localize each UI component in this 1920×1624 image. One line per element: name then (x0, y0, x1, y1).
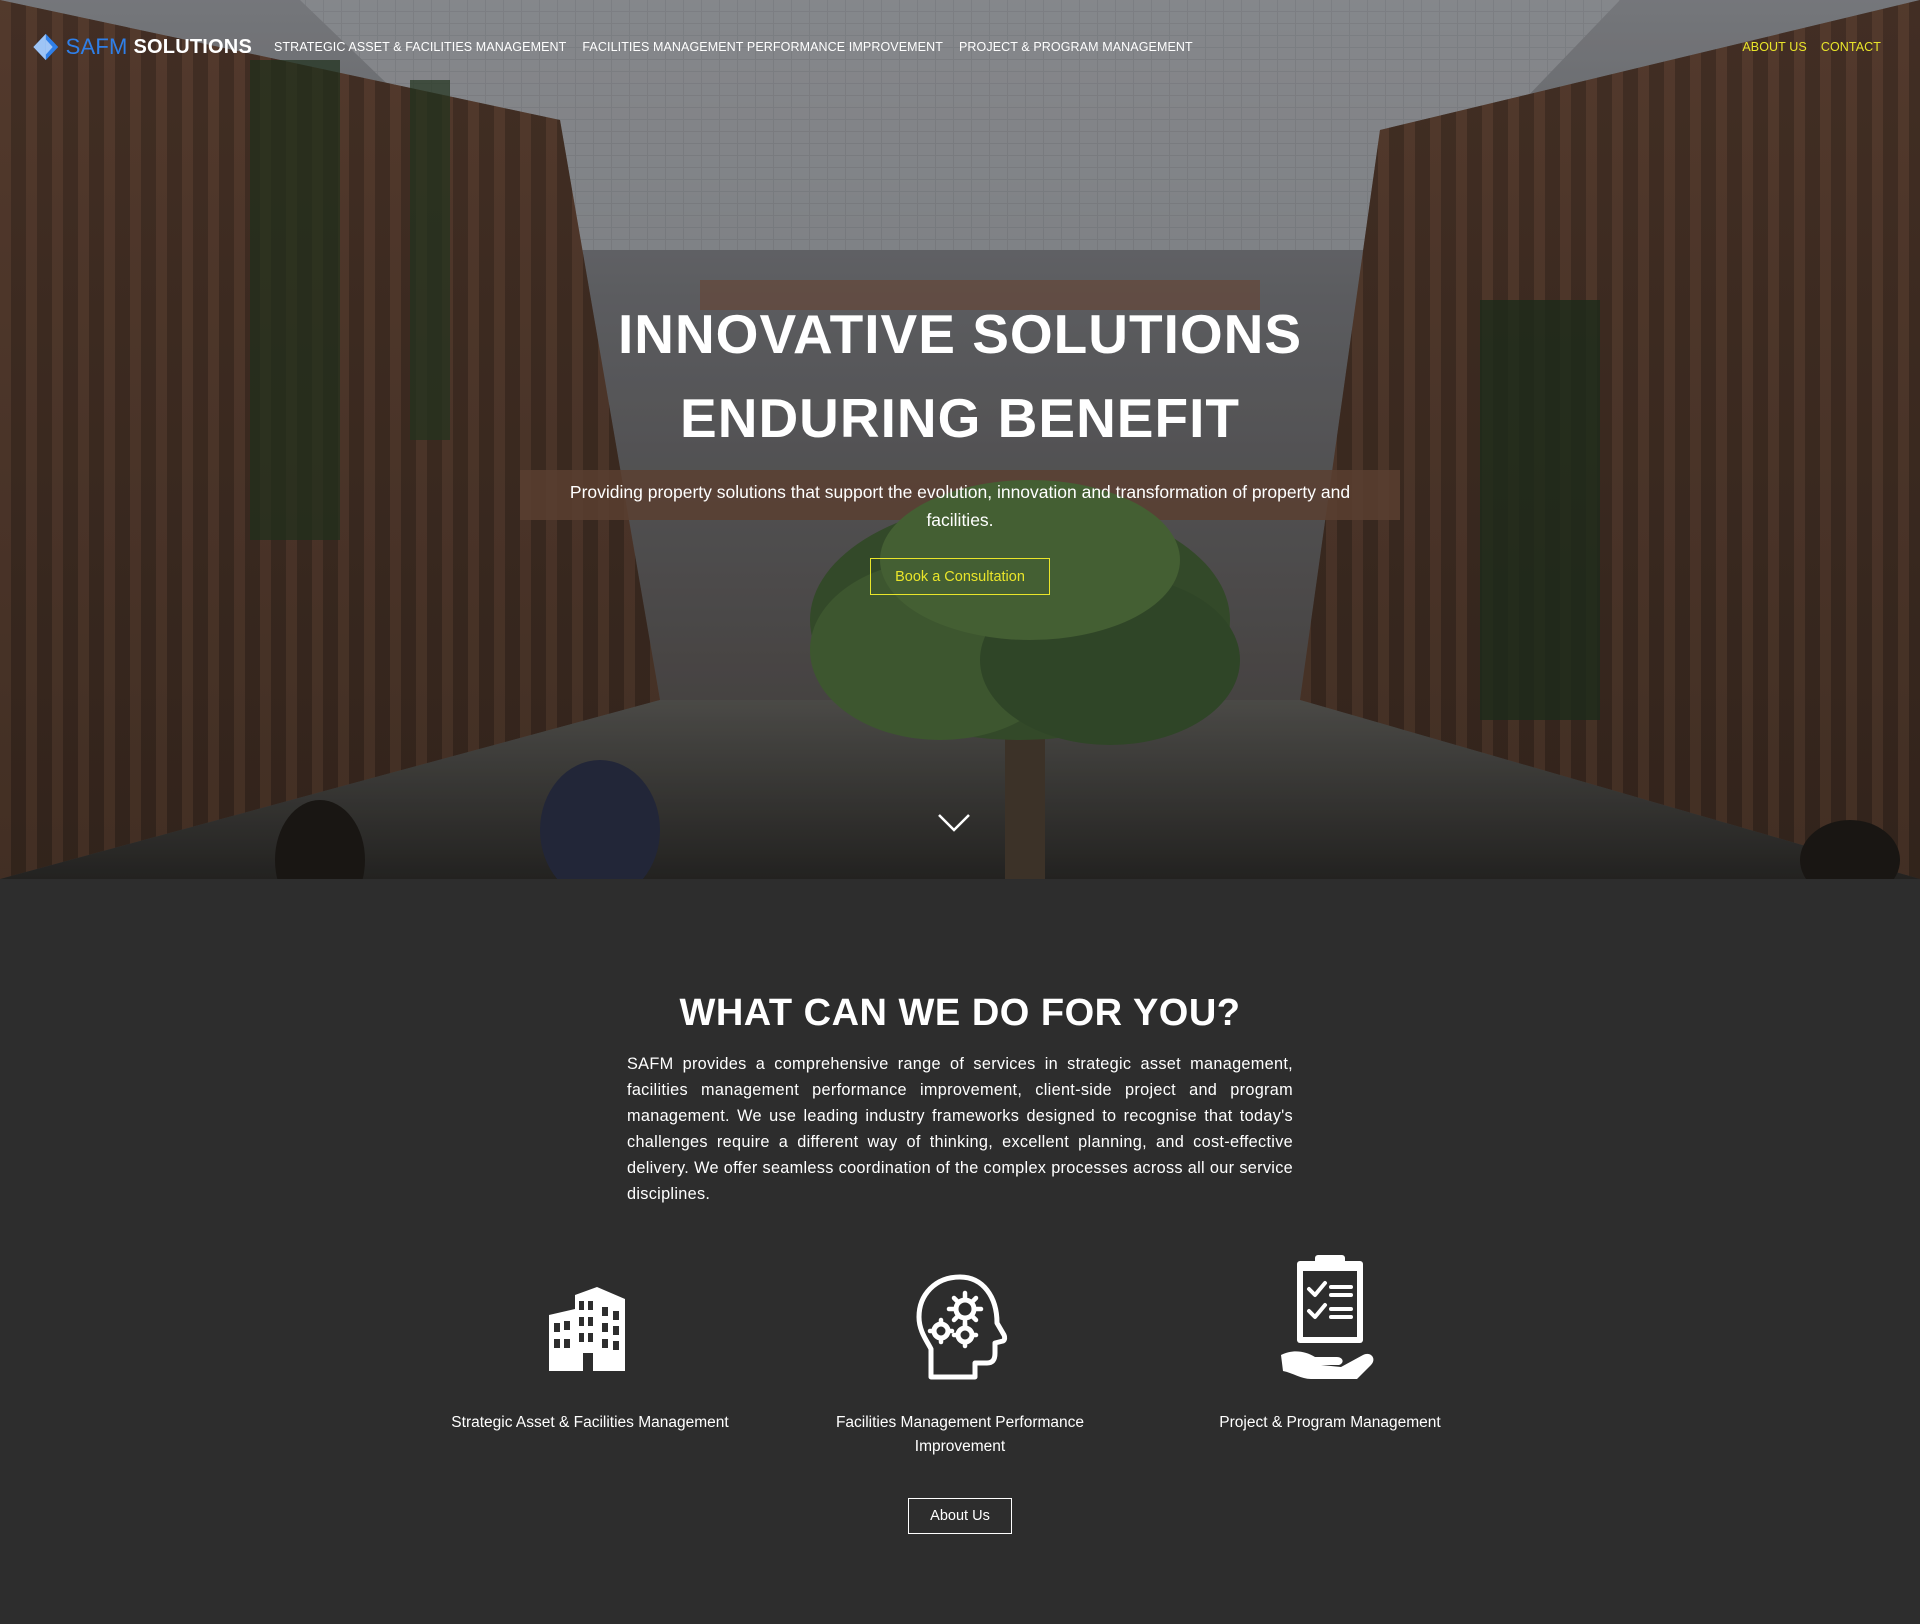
service-item-fm-performance[interactable]: Facilities Management Performance Improv… (800, 1253, 1120, 1455)
hero-subtitle: Providing property solutions that suppor… (569, 482, 1351, 530)
about-us-button[interactable]: About Us (908, 1498, 1012, 1534)
hero-heading-line1: INNOVATIVE SOLUTIONS (617, 303, 1303, 365)
service-label-strategic-asset: Strategic Asset & Facilities Management (451, 1414, 729, 1431)
logo-sub-text: SOLUTIONS (133, 35, 252, 58)
hero-heading-line2: ENDURING BENEFIT (680, 387, 1240, 449)
clipboard-hand-icon (1281, 1255, 1374, 1379)
service-label-project-program: Project & Program Management (1219, 1414, 1441, 1431)
nav-link-about-us[interactable]: ABOUT US (1742, 40, 1806, 54)
building-icon (549, 1287, 625, 1371)
site-logo[interactable]: SAFM SOLUTIONS (32, 26, 252, 68)
top-navigation: SAFM SOLUTIONS STRATEGIC ASSET & FACILIT… (0, 0, 1920, 96)
services-description: SAFM provides a comprehensive range of s… (627, 1055, 1293, 1203)
hero-section: SAFM SOLUTIONS STRATEGIC ASSET & FACILIT… (0, 0, 1920, 879)
service-item-project-program[interactable]: Project & Program Management (1170, 1253, 1490, 1431)
main-menu: STRATEGIC ASSET & FACILITIES MANAGEMENT … (274, 40, 1193, 54)
service-label-fm-performance: Facilities Management Performance Improv… (835, 1414, 1085, 1455)
logo-diamond-icon (33, 33, 59, 61)
secondary-menu: ABOUT US CONTACT (1742, 40, 1881, 54)
service-item-strategic-asset[interactable]: Strategic Asset & Facilities Management (430, 1253, 750, 1431)
logo-wordmark: SAFM SOLUTIONS (66, 34, 252, 60)
chevron-down-icon[interactable] (936, 812, 972, 834)
book-consultation-button[interactable]: Book a Consultation (870, 558, 1050, 595)
nav-link-project-program[interactable]: PROJECT & PROGRAM MANAGEMENT (959, 40, 1193, 54)
nav-link-contact[interactable]: CONTACT (1821, 40, 1881, 54)
nav-link-fm-performance[interactable]: FACILITIES MANAGEMENT PERFORMANCE IMPROV… (582, 40, 943, 54)
head-gears-icon (916, 1274, 1008, 1380)
hero-heading: INNOVATIVE SOLUTIONS ENDURING BENEFIT (0, 292, 1920, 460)
nav-link-strategic-asset[interactable]: STRATEGIC ASSET & FACILITIES MANAGEMENT (274, 40, 566, 54)
services-heading: WHAT CAN WE DO FOR YOU? (679, 992, 1241, 1034)
logo-brand-text: SAFM (65, 34, 128, 59)
